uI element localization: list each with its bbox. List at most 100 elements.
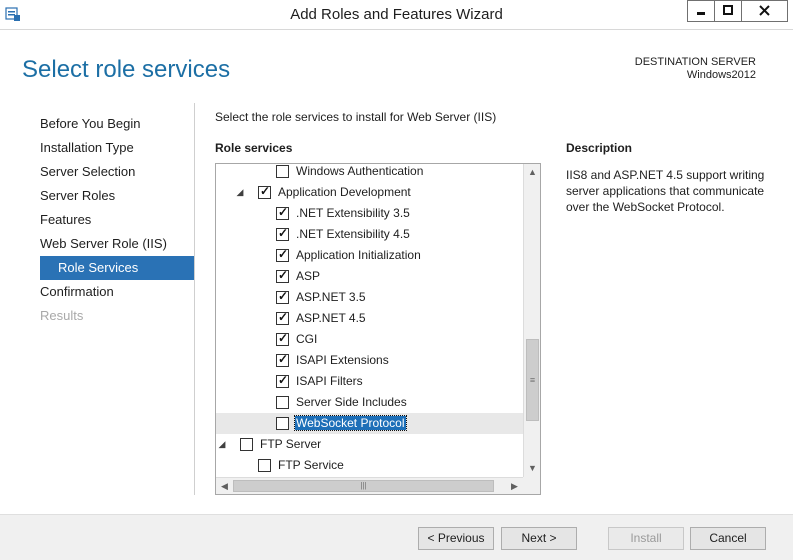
maximize-icon [723, 5, 733, 15]
check-mark-icon: ✓ [278, 268, 289, 282]
horizontal-scroll-thumb[interactable]: ||| [233, 480, 494, 492]
close-button[interactable] [741, 0, 788, 22]
nav-item-role-services[interactable]: Role Services [40, 256, 194, 280]
role-services-tree[interactable]: Windows Authentication ◢ ✓ Application D… [215, 163, 541, 495]
nav-item-before-you-begin[interactable]: Before You Begin [40, 112, 194, 136]
tree-row-label: Application Development [278, 185, 411, 199]
checkbox[interactable]: ✓ [276, 289, 289, 304]
tree-row[interactable]: ✓ Application Initialization [216, 245, 523, 266]
checkbox[interactable]: ✓ [276, 310, 289, 325]
checkbox[interactable]: ✓ [276, 352, 289, 367]
destination-label: DESTINATION SERVER [634, 56, 756, 68]
nav-item-confirmation[interactable]: Confirmation [40, 280, 194, 304]
checkbox[interactable] [276, 396, 289, 409]
checkbox[interactable] [240, 438, 253, 451]
tree-row-label: FTP Server [260, 437, 322, 451]
tree-row-label: ISAPI Extensions [296, 353, 389, 367]
vertical-scroll-thumb[interactable]: ≡ [526, 339, 539, 421]
checkbox[interactable]: ✓ [276, 268, 289, 283]
tree-row-label: WebSocket Protocol [294, 415, 407, 431]
tree-row[interactable]: ✓ CGI [216, 329, 523, 350]
nav-item-results: Results [40, 308, 84, 323]
tree-row-label: Server Side Includes [296, 395, 407, 409]
tree-row-label: .NET Extensibility 4.5 [296, 227, 410, 241]
scroll-down-arrow-icon[interactable]: ▼ [524, 460, 540, 477]
previous-button[interactable]: < Previous [418, 527, 494, 550]
description-header: Description [566, 141, 633, 155]
tree-row[interactable]: ✓ ISAPI Filters [216, 371, 523, 392]
title-bar: Add Roles and Features Wizard [0, 0, 793, 30]
tree-row-label: Application Initialization [296, 248, 421, 262]
tree-row[interactable]: ✓ .NET Extensibility 3.5 [216, 203, 523, 224]
check-mark-icon: ✓ [278, 247, 289, 261]
scroll-left-arrow-icon[interactable]: ◀ [216, 478, 233, 494]
tree-row-label: FTP Service [278, 458, 344, 472]
tree-row-label: .NET Extensibility 3.5 [296, 206, 410, 220]
tree-row-label: ASP [296, 269, 321, 283]
tree-row[interactable]: Server Side Includes [216, 392, 523, 413]
cancel-button[interactable]: Cancel [690, 527, 766, 550]
minimize-button[interactable] [687, 0, 715, 22]
tree-row[interactable]: ✓ ASP [216, 266, 523, 287]
checkbox[interactable]: ✓ [258, 184, 271, 199]
window-title: Add Roles and Features Wizard [290, 6, 503, 23]
checkbox[interactable]: ✓ [276, 373, 289, 388]
check-mark-icon: ✓ [278, 205, 289, 219]
tree-row-label: CGI [296, 332, 318, 346]
collapse-arrow-icon[interactable]: ◢ [217, 437, 227, 451]
tree-row-selected[interactable]: WebSocket Protocol [216, 413, 523, 434]
wizard-nav: Before You Begin Installation Type Serve… [40, 112, 194, 328]
check-mark-icon: ✓ [260, 184, 271, 198]
tree-row-label: ASP.NET 3.5 [296, 290, 366, 304]
checkbox[interactable] [276, 165, 289, 178]
checkbox[interactable]: ✓ [276, 247, 289, 262]
check-mark-icon: ✓ [278, 310, 289, 324]
checkbox[interactable] [258, 459, 271, 472]
nav-item-server-roles[interactable]: Server Roles [40, 184, 194, 208]
nav-item-features[interactable]: Features [40, 208, 194, 232]
tree-row-label: ISAPI Filters [296, 374, 363, 388]
nav-item-web-server-role[interactable]: Web Server Role (IIS) [40, 232, 194, 256]
wizard-footer: < Previous Next > Install Cancel [0, 514, 793, 560]
checkbox[interactable]: ✓ [276, 226, 289, 241]
role-services-header: Role services [215, 141, 293, 155]
nav-item-installation-type[interactable]: Installation Type [40, 136, 194, 160]
scrollbar-corner [523, 477, 540, 494]
page-title: Select role services [22, 56, 231, 83]
nav-divider [194, 103, 195, 495]
check-mark-icon: ✓ [278, 352, 289, 366]
tree-row[interactable]: ◢ ✓ Application Development [216, 182, 523, 203]
check-mark-icon: ✓ [278, 289, 289, 303]
scroll-up-arrow-icon[interactable]: ▲ [524, 164, 540, 181]
destination-server: DESTINATION SERVER Windows2012 [635, 56, 756, 82]
close-icon [759, 5, 770, 16]
nav-item-server-selection[interactable]: Server Selection [40, 160, 194, 184]
checkbox[interactable]: ✓ [276, 205, 289, 220]
check-mark-icon: ✓ [278, 373, 289, 387]
tree-row[interactable]: ◢ FTP Server [216, 434, 523, 455]
collapse-arrow-icon[interactable]: ◢ [235, 185, 245, 199]
checkbox[interactable]: ✓ [276, 331, 289, 346]
check-mark-icon: ✓ [278, 331, 289, 345]
tree-row[interactable]: Windows Authentication [216, 164, 523, 182]
maximize-button[interactable] [714, 0, 742, 22]
vertical-scrollbar[interactable]: ▲ ≡ ▼ [523, 164, 540, 477]
tree-row-label: Windows Authentication [296, 164, 424, 178]
tree-row[interactable]: ✓ ISAPI Extensions [216, 350, 523, 371]
install-button: Install [608, 527, 684, 550]
instruction-text: Select the role services to install for … [215, 110, 497, 124]
minimize-icon [697, 12, 705, 15]
tree-row-label: ASP.NET 4.5 [296, 311, 366, 325]
next-button[interactable]: Next > [501, 527, 577, 550]
tree-row[interactable]: ✓ .NET Extensibility 4.5 [216, 224, 523, 245]
tree-rows: Windows Authentication ◢ ✓ Application D… [216, 164, 523, 476]
checkbox[interactable] [276, 417, 289, 430]
horizontal-scrollbar[interactable]: ◀ ||| ▶ [216, 477, 523, 494]
tree-row[interactable]: ✓ ASP.NET 3.5 [216, 287, 523, 308]
check-mark-icon: ✓ [278, 226, 289, 240]
tree-row[interactable]: FTP Service [216, 455, 523, 476]
tree-row[interactable]: ✓ ASP.NET 4.5 [216, 308, 523, 329]
description-text: IIS8 and ASP.NET 4.5 support writing ser… [566, 168, 765, 214]
scroll-right-arrow-icon[interactable]: ▶ [506, 478, 523, 494]
destination-server-name: Windows2012 [686, 69, 756, 81]
